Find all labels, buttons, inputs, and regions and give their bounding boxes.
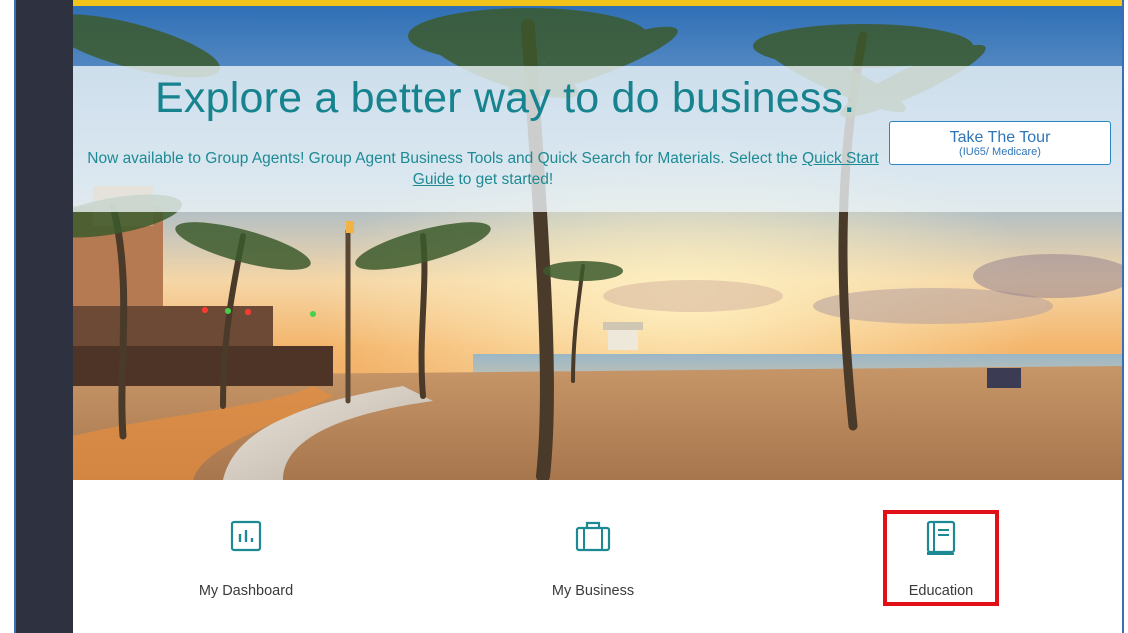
briefcase-icon — [575, 520, 611, 557]
quick-links-row: My Dashboard My Business Education — [73, 480, 1122, 633]
my-dashboard-label: My Dashboard — [198, 583, 294, 599]
bar-chart-icon — [230, 520, 262, 557]
my-business-label: My Business — [551, 583, 635, 599]
hero-subtext-before: Now available to Group Agents! Group Age… — [87, 150, 803, 167]
education-label: Education — [908, 583, 974, 599]
left-sidebar-rail — [16, 0, 73, 633]
main-page: Explore a better way to do business. Now… — [73, 0, 1122, 633]
my-dashboard-tile[interactable]: My Dashboard — [146, 480, 346, 633]
book-icon — [925, 520, 957, 561]
take-the-tour-button[interactable]: Take The Tour (IU65/ Medicare) — [889, 121, 1111, 165]
tour-button-subtitle: (IU65/ Medicare) — [959, 146, 1041, 158]
frame-right-border — [1122, 0, 1124, 633]
hero-subtext: Now available to Group Agents! Group Age… — [73, 148, 893, 190]
education-tile[interactable]: Education — [841, 480, 1041, 633]
tour-button-title: Take The Tour — [949, 129, 1051, 146]
hero-subtext-after: to get started! — [454, 171, 554, 188]
hero-headline: Explore a better way to do business. — [155, 74, 856, 122]
my-business-tile[interactable]: My Business — [493, 480, 693, 633]
